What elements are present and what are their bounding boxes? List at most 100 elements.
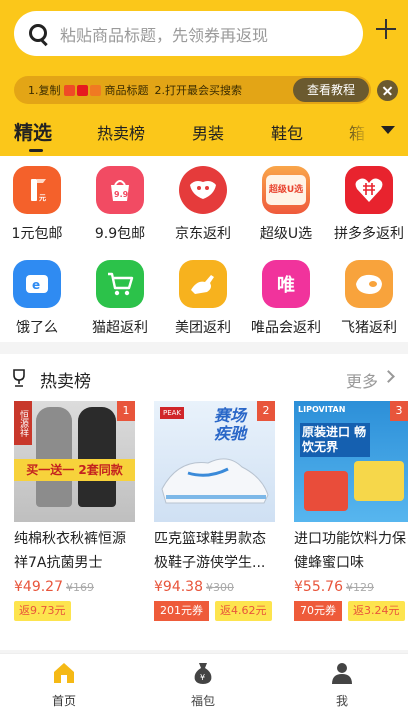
tab-fade — [340, 116, 370, 152]
rebate-tag: 返3.24元 — [348, 601, 405, 621]
product-original-price: ¥129 — [346, 581, 374, 594]
product-original-price: ¥169 — [66, 581, 94, 594]
category-pdd[interactable]: 拼多多返利 — [328, 166, 408, 243]
nav-me[interactable]: 我 — [302, 654, 382, 709]
tip-bar: 1.复制 商品标题 2.打开最会买搜索 查看教程 — [14, 76, 371, 104]
super-u-badge: 超级U选 — [266, 175, 306, 205]
product-promo-text: 买一送一 2套同款 — [14, 459, 135, 481]
shoe-illustration — [161, 458, 269, 504]
product-name: 进口功能饮料力保健蜂蜜口味 — [294, 531, 406, 571]
rebate-tag: 返9.73元 — [14, 601, 71, 621]
product-promo-text: 赛场疾驰 — [214, 406, 247, 443]
product-image: PEAK 赛场疾驰 2 — [154, 401, 275, 522]
eleme-icon: e — [13, 260, 61, 308]
product-card[interactable]: LIPOVITAN 原装进口 畅饮无界 3 进口功能饮料力保健蜂蜜口味 ¥55.… — [294, 401, 408, 621]
product-name: 匹克篮球鞋男款态极鞋子游侠学生... — [154, 531, 266, 571]
category-eleme[interactable]: e 饿了么 — [0, 260, 78, 337]
user-icon — [332, 663, 352, 684]
search-icon — [28, 23, 50, 45]
tip-step1: 1.复制 — [28, 84, 61, 97]
chevron-right-icon[interactable] — [382, 370, 395, 383]
category-label: 1元包邮 — [11, 226, 63, 242]
coupon-tag: 70元券 — [294, 601, 342, 621]
product-package — [354, 461, 404, 501]
more-link[interactable]: 更多 — [346, 368, 378, 392]
kangaroo-icon — [179, 260, 227, 308]
home-icon — [54, 663, 74, 683]
product-price: ¥94.38 — [154, 579, 203, 595]
rank-badge: 2 — [257, 401, 275, 421]
category-one-yuan[interactable]: 元 1元包邮 — [0, 166, 78, 243]
nav-label: 首页 — [51, 694, 76, 708]
bottom-nav: 首页 ¥ 福包 我 — [0, 653, 408, 709]
hot-list-title: 热卖榜 — [40, 372, 91, 392]
category-label: 美团返利 — [175, 320, 231, 336]
category-label: 京东返利 — [175, 226, 231, 242]
category-label: 拼多多返利 — [334, 226, 404, 242]
category-meituan[interactable]: 美团返利 — [162, 260, 244, 337]
header: 粘贴商品标题，先领券再返现 1.复制 商品标题 2.打开最会买搜索 查看教程 精… — [0, 0, 408, 156]
super-u-icon: 超级U选 — [262, 166, 310, 214]
category-vip[interactable]: 唯 唯品会返利 — [245, 260, 327, 337]
tmall-mini-icon — [76, 84, 88, 96]
category-tabs: 精选 热卖榜 男装 鞋包 箱 — [0, 116, 408, 152]
category-label: 猫超返利 — [92, 320, 148, 336]
nav-label: 福包 — [190, 694, 215, 708]
category-label: 超级U选 — [259, 226, 313, 242]
model-gray — [36, 407, 72, 507]
product-image: LIPOVITAN 原装进口 畅饮无界 3 — [294, 401, 408, 522]
svg-text:¥: ¥ — [200, 673, 205, 682]
product-promo-text: 原装进口 畅饮无界 — [300, 423, 370, 457]
nav-home[interactable]: 首页 — [24, 654, 104, 709]
nav-label: 我 — [335, 694, 348, 708]
category-super-u[interactable]: 超级U选 超级U选 — [245, 166, 327, 243]
vip-icon: 唯 — [262, 260, 310, 308]
category-nine-nine[interactable]: 9.9 9.9包邮 — [79, 166, 161, 243]
search-bar[interactable]: 粘贴商品标题，先领券再返现 — [14, 11, 363, 56]
pdd-heart-icon — [345, 166, 393, 214]
nav-lucky-bag[interactable]: ¥ 福包 — [163, 654, 243, 709]
svg-text:元: 元 — [39, 194, 46, 202]
nine-nine-icon: 9.9 — [96, 166, 144, 214]
category-label: 饿了么 — [16, 320, 58, 336]
svg-text:9.9: 9.9 — [114, 190, 129, 199]
jd-dog-icon — [179, 166, 227, 214]
product-card[interactable]: 恒源祥 买一送一 2套同款 1 纯棉秋衣秋裤恒源祥7A抗菌男士 ¥49.27 ¥1… — [14, 401, 136, 621]
svg-text:e: e — [32, 278, 40, 292]
model-black — [78, 407, 116, 507]
view-tutorial-button[interactable]: 查看教程 — [292, 78, 369, 102]
hot-list-section: 热卖榜 更多 恒源祥 买一送一 2套同款 1 纯棉秋衣秋裤恒源祥7A抗菌男士 ¥… — [0, 354, 408, 650]
product-name: 纯棉秋衣秋裤恒源祥7A抗菌男士 — [14, 531, 126, 571]
one-yuan-icon: 元 — [13, 166, 61, 214]
search-placeholder: 粘贴商品标题，先领券再返现 — [60, 25, 269, 45]
jd-mini-icon — [89, 84, 101, 96]
coupon-tag: 201元券 — [154, 601, 209, 621]
product-image: 恒源祥 买一送一 2套同款 1 — [14, 401, 135, 522]
tip-step2: 2.打开最会买搜索 — [154, 84, 243, 97]
rank-badge: 3 — [390, 401, 408, 421]
category-label: 9.9包邮 — [94, 226, 146, 242]
tab-hot[interactable]: 热卖榜 — [97, 120, 145, 144]
category-tmall-super[interactable]: 猫超返利 — [79, 260, 161, 337]
close-tip-icon[interactable] — [377, 80, 398, 101]
product-package — [304, 471, 348, 511]
taobao-mini-icon — [63, 84, 75, 96]
product-price: ¥55.76 — [294, 579, 343, 595]
category-jd[interactable]: 京东返利 — [162, 166, 244, 243]
product-price: ¥49.27 — [14, 579, 63, 595]
brand-tag: 恒源祥 — [14, 401, 32, 445]
tab-menswear[interactable]: 男装 — [192, 120, 224, 144]
category-grid: 元 1元包邮 9.9 9.9包邮 京东返利 超级U选 超级U选 拼多多返利 e … — [0, 156, 408, 342]
fliggy-pig-icon — [345, 260, 393, 308]
rebate-tag: 返4.62元 — [215, 601, 272, 621]
tab-shoes-bags[interactable]: 鞋包 — [271, 120, 303, 144]
cart-icon — [96, 260, 144, 308]
chevron-down-icon[interactable] — [381, 126, 395, 134]
tab-featured[interactable]: 精选 — [14, 118, 52, 145]
category-fliggy[interactable]: 飞猪返利 — [328, 260, 408, 337]
product-card[interactable]: PEAK 赛场疾驰 2 匹克篮球鞋男款态极鞋子游侠学生... ¥94.38 ¥30… — [154, 401, 276, 621]
rank-badge: 1 — [117, 401, 135, 421]
tip-step1-suffix: 商品标题 — [104, 84, 149, 97]
money-bag-icon: ¥ — [194, 663, 212, 684]
add-icon[interactable] — [374, 17, 398, 41]
